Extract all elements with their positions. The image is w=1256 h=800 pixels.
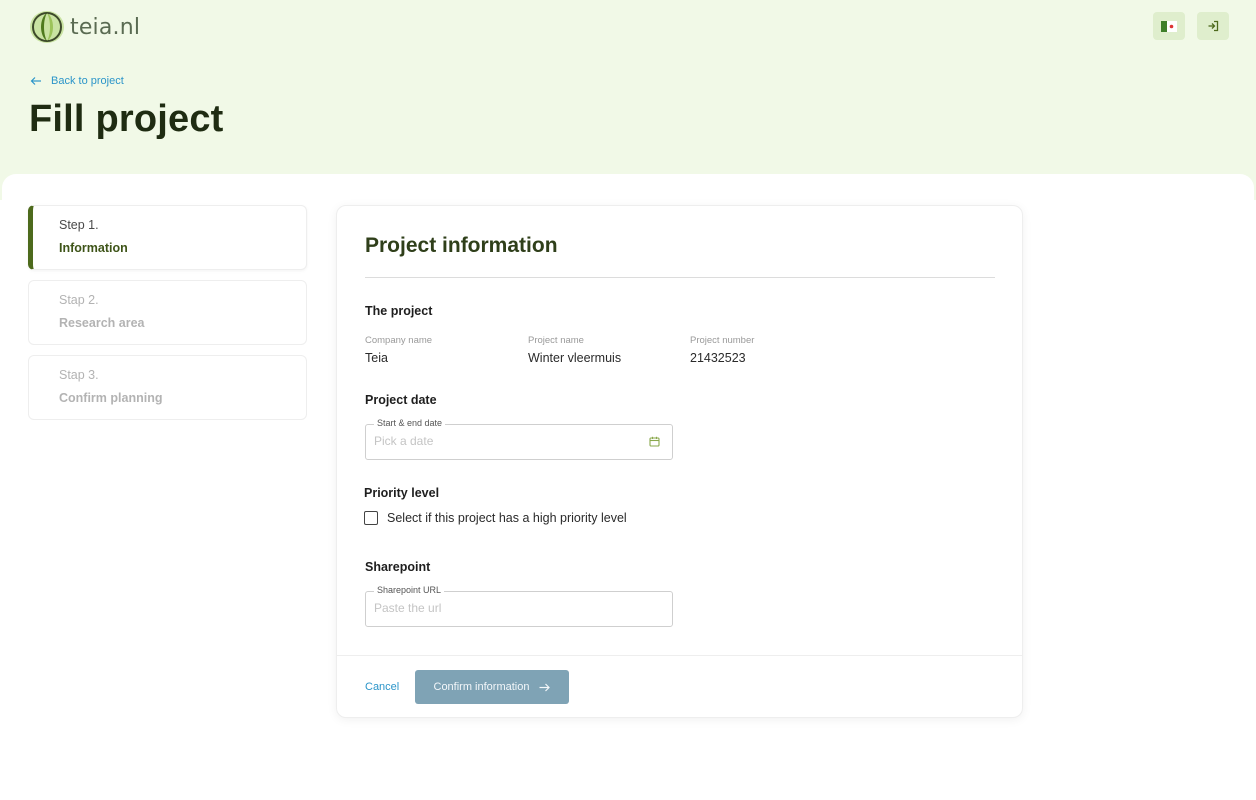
brand-name: teia.nl <box>70 14 141 40</box>
teia-logo-icon <box>30 11 64 43</box>
priority-checkbox[interactable] <box>364 511 378 525</box>
card-title: Project information <box>365 234 558 257</box>
brand-logo[interactable]: teia.nl <box>28 10 140 44</box>
arrow-right-icon <box>539 683 551 691</box>
back-link-label: Back to project <box>51 75 124 87</box>
project-name-value: Winter vleermuis <box>528 351 622 365</box>
arrow-left-icon <box>30 77 41 85</box>
step-name: Research area <box>59 316 145 330</box>
project-number-value: 21432523 <box>690 351 746 365</box>
section-title-project: The project <box>365 304 433 318</box>
project-number-label: Project number <box>690 335 755 346</box>
step-name: Confirm planning <box>59 391 163 405</box>
date-range-field[interactable]: Start & end date <box>365 418 673 460</box>
date-range-label: Start & end date <box>374 418 446 428</box>
date-range-input[interactable] <box>374 434 634 448</box>
step-confirm-planning[interactable]: Stap 3. Confirm planning <box>28 355 307 420</box>
step-information[interactable]: Step 1. Information <box>28 205 307 270</box>
step-number: Stap 3. <box>59 368 99 382</box>
divider <box>365 277 995 278</box>
page-title: Fill project <box>29 98 224 140</box>
section-title-sharepoint: Sharepoint <box>365 560 431 574</box>
step-name: Information <box>59 241 128 255</box>
step-number: Step 1. <box>59 218 99 232</box>
sharepoint-url-input[interactable] <box>374 601 634 615</box>
back-to-project-link[interactable]: Back to project <box>30 75 124 87</box>
sharepoint-url-field[interactable]: Sharepoint URL <box>365 585 673 627</box>
sharepoint-url-label: Sharepoint URL <box>374 585 445 595</box>
calendar-icon[interactable] <box>649 436 660 447</box>
section-title-priority: Priority level <box>364 486 440 500</box>
section-title-project-date: Project date <box>365 393 437 407</box>
cancel-button[interactable]: Cancel <box>365 681 399 693</box>
priority-checkbox-label: Select if this project has a high priori… <box>387 511 627 525</box>
logout-button[interactable] <box>1197 12 1229 40</box>
flag-icon <box>1161 20 1177 32</box>
language-flag-button[interactable] <box>1153 12 1185 40</box>
project-name-label: Project name <box>528 335 584 346</box>
logout-icon <box>1208 20 1219 32</box>
step-research-area[interactable]: Stap 2. Research area <box>28 280 307 345</box>
company-name-value: Teia <box>365 351 388 365</box>
company-name-label: Company name <box>365 335 433 346</box>
confirm-button-label: Confirm information <box>433 681 530 693</box>
priority-checkbox-row[interactable]: Select if this project has a high priori… <box>364 511 627 525</box>
project-information-card: Project information The project Company … <box>336 205 1023 718</box>
step-number: Stap 2. <box>59 293 99 307</box>
footer-divider <box>337 655 1022 656</box>
confirm-information-button[interactable]: Confirm information <box>415 670 569 704</box>
